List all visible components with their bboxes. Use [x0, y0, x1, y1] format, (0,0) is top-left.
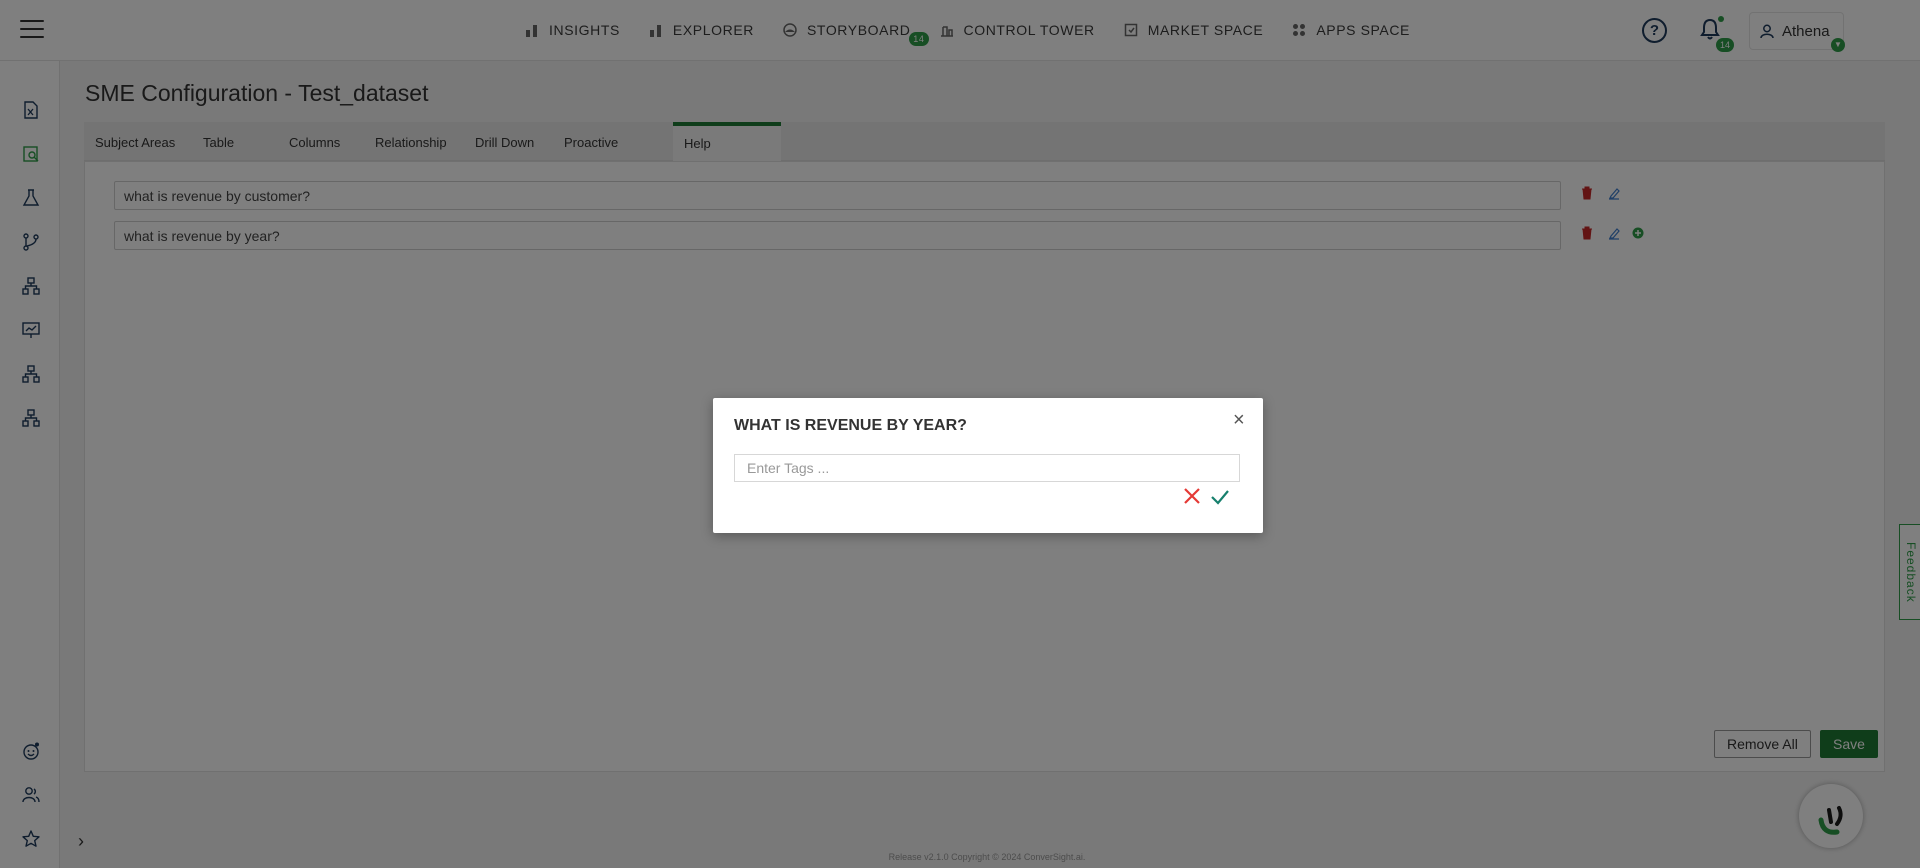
- tags-dialog: WHAT IS REVENUE BY YEAR? ×: [713, 398, 1263, 533]
- check-icon[interactable]: [1210, 488, 1230, 506]
- tags-input[interactable]: [734, 454, 1240, 482]
- close-icon[interactable]: ×: [1233, 409, 1245, 432]
- cancel-icon[interactable]: [1183, 487, 1201, 505]
- dialog-title: WHAT IS REVENUE BY YEAR?: [734, 417, 967, 434]
